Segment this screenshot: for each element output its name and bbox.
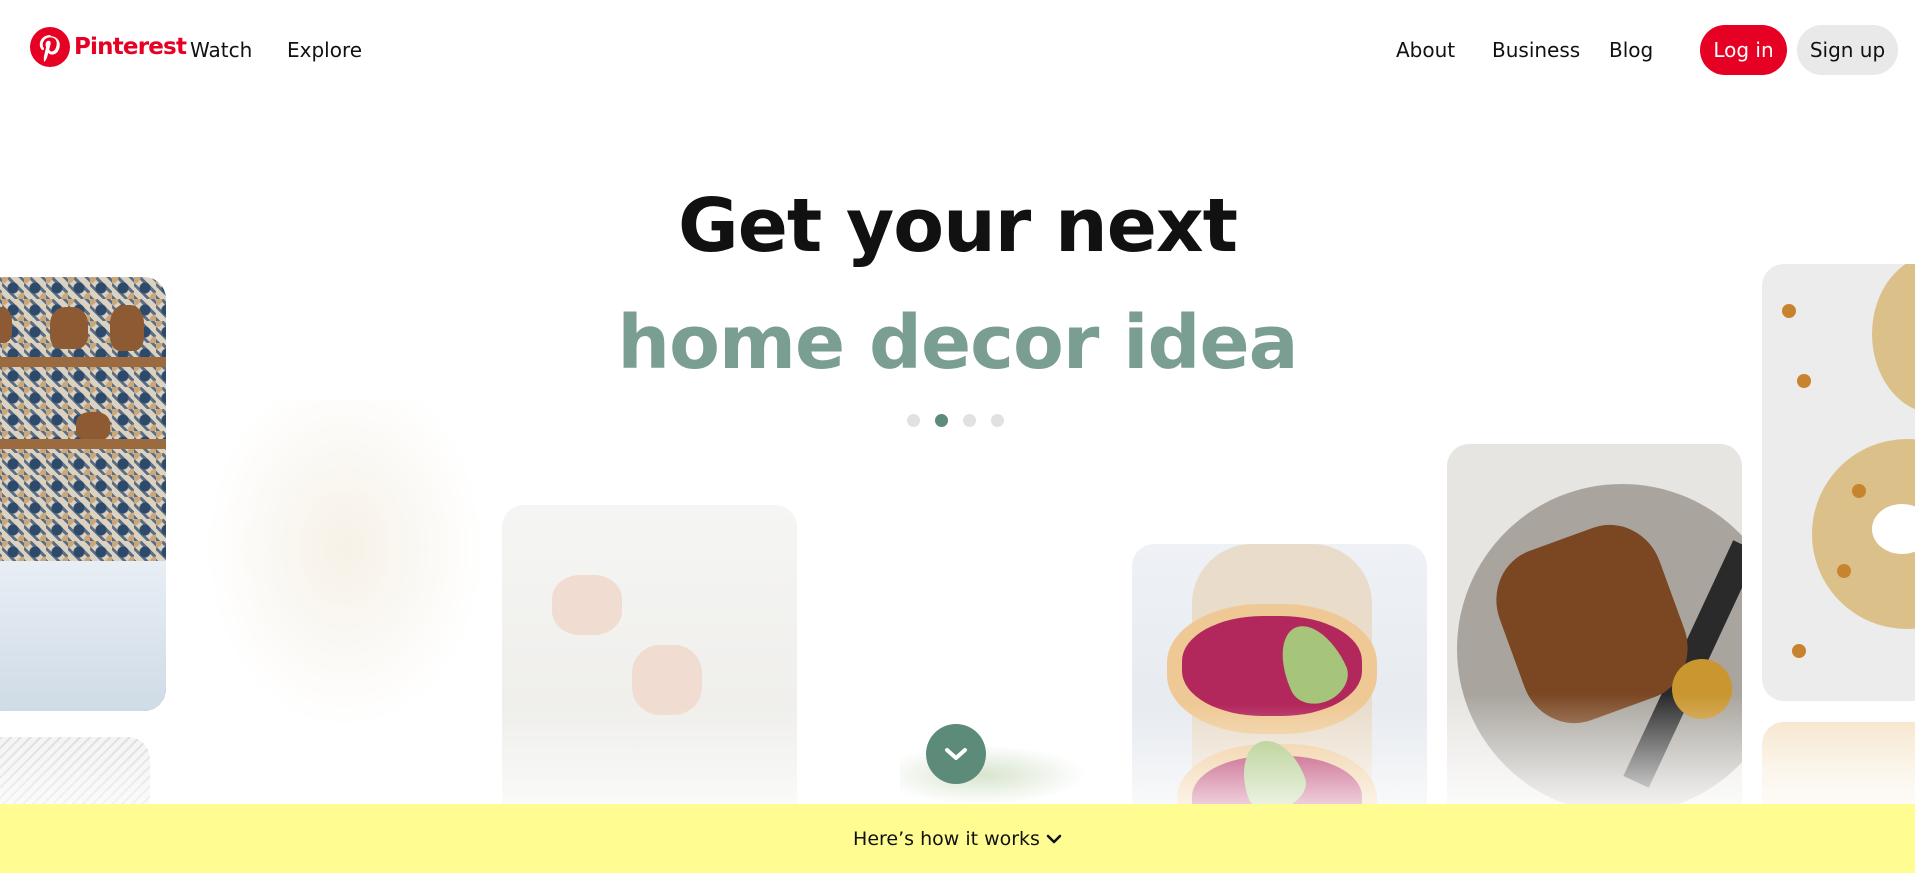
chevron-down-icon <box>945 748 967 760</box>
carousel-dot-3[interactable] <box>963 414 976 427</box>
pin-image-grilled-chicken <box>1447 444 1742 824</box>
login-button[interactable]: Log in <box>1700 25 1787 75</box>
chickpea-image <box>1792 644 1806 658</box>
pin-image-avocado-toast <box>1132 544 1427 834</box>
nav-explore[interactable]: Explore <box>287 38 362 62</box>
pinterest-logo-icon <box>30 27 70 67</box>
chevron-down-icon <box>1046 834 1062 843</box>
copper-pot-image <box>76 412 110 440</box>
top-header: Pinterest Watch Explore About Business B… <box>0 0 1915 104</box>
chickpea-image <box>1852 484 1866 498</box>
nav-business[interactable]: Business <box>1492 38 1580 62</box>
shelf-image <box>0 439 166 449</box>
scroll-down-button[interactable] <box>926 724 986 784</box>
sink-image <box>0 561 166 711</box>
hero-subline: home decor idea <box>617 300 1298 386</box>
carousel-dots <box>907 414 1004 427</box>
signup-button[interactable]: Sign up <box>1797 25 1898 75</box>
nav-watch[interactable]: Watch <box>190 38 252 62</box>
nav-blog[interactable]: Blog <box>1609 38 1653 62</box>
chickpea-image <box>1837 564 1851 578</box>
hero-headline: Get your next <box>677 183 1238 269</box>
nav-about[interactable]: About <box>1396 38 1455 62</box>
pinterest-logo[interactable]: Pinterest <box>30 27 187 67</box>
brand-name: Pinterest <box>74 34 187 60</box>
carousel-dot-1[interactable] <box>907 414 920 427</box>
how-it-works-label: Here’s how it works <box>853 827 1040 850</box>
how-it-works-bar[interactable]: Here’s how it works <box>0 804 1915 873</box>
carousel-dot-2[interactable] <box>935 414 948 427</box>
pin-image-cooking <box>502 505 797 835</box>
carousel-dot-4[interactable] <box>991 414 1004 427</box>
hand-image <box>552 575 622 635</box>
pin-image-faded <box>205 400 485 730</box>
